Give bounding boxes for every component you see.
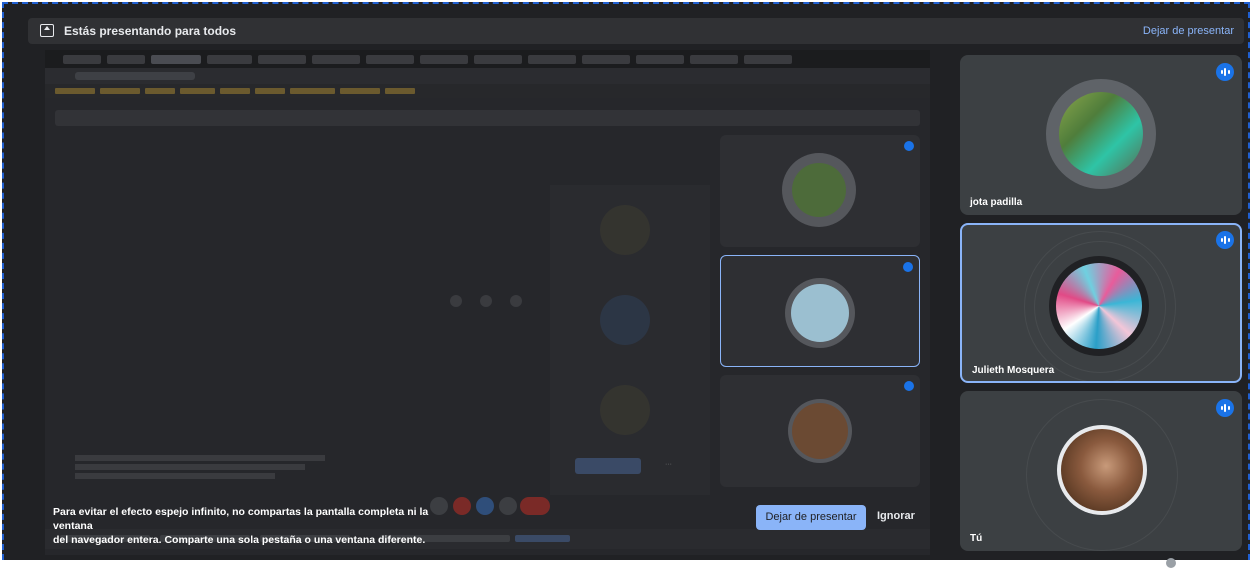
speaking-icon <box>1216 63 1234 81</box>
inner-tile-jota <box>720 135 920 247</box>
bookmark-preview <box>340 88 380 94</box>
ghost-stop-button-preview <box>575 458 641 474</box>
ghost-ignore-preview: ··· <box>665 461 672 468</box>
bookmark-preview <box>385 88 415 94</box>
presenting-bar: Estás presentando para todos Dejar de pr… <box>28 18 1244 44</box>
tab-preview <box>258 55 306 64</box>
speaking-icon <box>904 381 914 391</box>
tab-preview <box>107 55 145 64</box>
control-preview <box>510 295 522 307</box>
download-item-preview <box>515 535 570 542</box>
control-preview <box>480 295 492 307</box>
tab-preview <box>63 55 101 64</box>
photo-preview <box>792 163 846 217</box>
present-screen-icon <box>40 24 54 37</box>
photo-preview <box>791 284 849 342</box>
participant-tile-you[interactable]: Tú <box>960 391 1242 551</box>
address-preview <box>75 72 195 80</box>
browser-tabs-preview <box>45 50 930 68</box>
presenting-title: Estás presentando para todos <box>64 24 237 38</box>
bookmark-preview <box>290 88 335 94</box>
tab-preview <box>312 55 360 64</box>
bookmark-preview <box>100 88 140 94</box>
bookmarks-bar-preview <box>45 84 930 98</box>
avatar <box>1061 429 1143 511</box>
control-preview <box>499 497 517 515</box>
stop-presenting-button[interactable]: Dejar de presentar <box>756 505 866 530</box>
control-preview <box>453 497 471 515</box>
tab-preview <box>151 55 201 64</box>
inner-presenting-bar-preview <box>55 110 920 126</box>
participant-name: jota padilla <box>970 197 1023 208</box>
inner-tile-julieth <box>720 255 920 367</box>
bookmark-preview <box>180 88 215 94</box>
ignore-button[interactable]: Ignorar <box>877 510 915 522</box>
participant-name: Tú <box>970 533 983 544</box>
tab-preview <box>636 55 684 64</box>
shared-screen-preview: ··· <box>45 50 930 555</box>
avatar <box>1059 92 1143 176</box>
tab-preview <box>528 55 576 64</box>
bookmark-preview <box>255 88 285 94</box>
speaking-icon <box>1216 399 1234 417</box>
stop-presenting-link[interactable]: Dejar de presentar <box>1143 25 1234 37</box>
avatar-preview <box>782 153 856 227</box>
photo-preview <box>792 403 848 459</box>
tab-preview <box>744 55 792 64</box>
url-bar-preview <box>45 68 930 84</box>
tab-preview <box>366 55 414 64</box>
avatar-preview <box>785 278 855 348</box>
control-preview <box>450 295 462 307</box>
participant-tile-jota[interactable]: jota padilla <box>960 55 1242 215</box>
control-preview <box>476 497 494 515</box>
speaking-icon <box>1216 231 1234 249</box>
bookmark-preview <box>145 88 175 94</box>
tab-preview <box>690 55 738 64</box>
speaking-icon <box>903 262 913 272</box>
avatar-preview <box>600 205 650 255</box>
status-dot <box>1166 558 1176 568</box>
bookmark-preview <box>220 88 250 94</box>
tab-preview <box>582 55 630 64</box>
nested-tiles-preview <box>550 185 710 495</box>
hangup-preview <box>520 497 550 515</box>
warning-line-2: del navegador entera. Comparte una sola … <box>53 534 426 546</box>
tab-preview <box>207 55 252 64</box>
avatar-preview <box>600 385 650 435</box>
ghost-warning-preview <box>75 455 345 479</box>
avatar-preview <box>600 295 650 345</box>
avatar-preview <box>788 399 852 463</box>
tab-preview <box>420 55 468 64</box>
tab-preview <box>474 55 522 64</box>
speaking-icon <box>904 141 914 151</box>
warning-line-1: Para evitar el efecto espejo infinito, n… <box>53 506 429 532</box>
avatar <box>1056 263 1142 349</box>
bookmark-preview <box>55 88 95 94</box>
participant-name: Julieth Mosquera <box>972 365 1055 376</box>
inner-tile-you <box>720 375 920 487</box>
participant-tile-julieth[interactable]: Julieth Mosquera <box>960 223 1242 383</box>
infinite-mirror-warning: Para evitar el efecto espejo infinito, n… <box>53 505 433 547</box>
